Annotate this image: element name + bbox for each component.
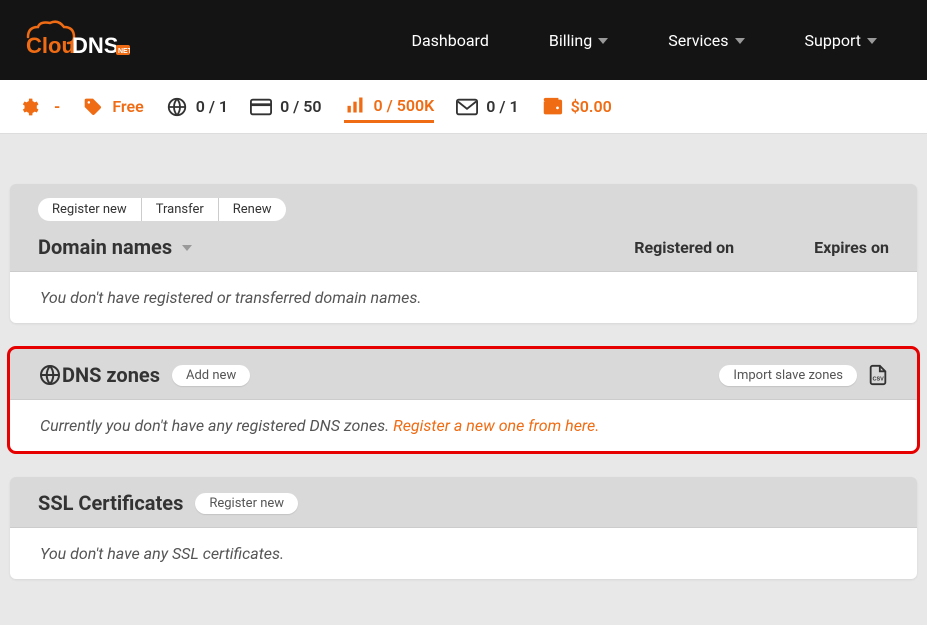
nav-label: Support [805, 31, 861, 50]
csv-icon[interactable]: CSV [867, 364, 889, 386]
dns-zones-empty-message: Currently you don't have any registered … [10, 399, 917, 451]
mail-value: 0 / 1 [486, 97, 518, 116]
globe-icon [166, 96, 188, 118]
ssl-panel: SSL Certificates Register new You don't … [10, 477, 917, 579]
tab-register-new[interactable]: Register new [38, 198, 142, 221]
domains-tabs: Register new Transfer Renew [38, 198, 889, 221]
empty-prefix: Currently you don't have any registered … [40, 416, 393, 435]
nav-label: Billing [549, 31, 592, 50]
col-expires: Expires on [814, 238, 889, 257]
nav-billing[interactable]: Billing [549, 31, 608, 50]
svg-text:CSV: CSV [873, 377, 885, 383]
ssl-title: SSL Certificates [38, 491, 183, 515]
tag-icon [82, 96, 104, 118]
mail-stat[interactable]: 0 / 1 [456, 96, 518, 118]
plan-stat[interactable]: Free [82, 96, 143, 118]
dns-zones-panel: DNS zones Add new Import slave zones CSV… [10, 349, 917, 451]
domains-empty-message: You don't have registered or transferred… [10, 271, 917, 323]
chevron-down-icon [598, 38, 608, 44]
gear-icon [18, 96, 40, 118]
import-slave-zones-button[interactable]: Import slave zones [719, 365, 857, 386]
ssl-register-new-button[interactable]: Register new [195, 493, 298, 514]
logo[interactable]: Clou DNS NET [20, 17, 130, 63]
svg-text:NET: NET [118, 48, 130, 55]
domains-title-text: Domain names [38, 235, 172, 259]
svg-text:Clou: Clou [26, 33, 75, 58]
nav-services[interactable]: Services [668, 31, 744, 50]
svg-text:DNS: DNS [72, 33, 118, 58]
domains-panel: Register new Transfer Renew Domain names… [10, 184, 917, 323]
zones-stat[interactable]: 0 / 1 [166, 96, 228, 118]
plan-value: Free [112, 97, 143, 116]
tab-renew[interactable]: Renew [219, 198, 286, 221]
records-stat[interactable]: 0 / 50 [250, 96, 321, 118]
chart-icon [344, 94, 366, 116]
settings-button[interactable]: - [18, 96, 60, 118]
balance-value: $0.00 [571, 97, 612, 116]
col-registered: Registered on [634, 238, 734, 257]
card-icon [250, 96, 272, 118]
chevron-down-icon [182, 245, 192, 251]
records-value: 0 / 50 [280, 97, 321, 116]
chevron-down-icon [867, 38, 877, 44]
register-zone-link[interactable]: Register a new one from here. [393, 416, 599, 435]
wallet-icon [541, 96, 563, 118]
settings-dash: - [54, 97, 60, 116]
globe-icon [38, 363, 62, 387]
zones-value: 0 / 1 [196, 97, 228, 116]
balance-stat[interactable]: $0.00 [541, 96, 612, 118]
queries-stat[interactable]: 0 / 500K [344, 94, 435, 123]
tab-transfer[interactable]: Transfer [142, 198, 219, 221]
nav-label: Dashboard [411, 31, 488, 50]
dns-zones-title: DNS zones [62, 363, 160, 387]
nav-support[interactable]: Support [805, 31, 877, 50]
chevron-down-icon [735, 38, 745, 44]
nav-dashboard[interactable]: Dashboard [411, 31, 488, 50]
add-new-zone-button[interactable]: Add new [172, 365, 250, 386]
ssl-empty-message: You don't have any SSL certificates. [10, 527, 917, 579]
domains-title[interactable]: Domain names [38, 235, 192, 259]
nav-label: Services [668, 31, 728, 50]
queries-value: 0 / 500K [374, 96, 435, 115]
mail-icon [456, 96, 478, 118]
